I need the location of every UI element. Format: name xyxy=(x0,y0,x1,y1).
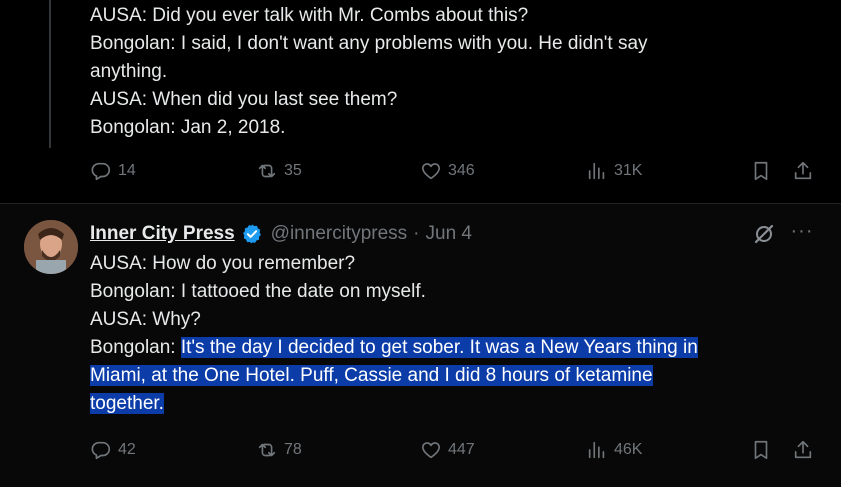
tweet-text-line: together. xyxy=(90,390,790,418)
heart-icon xyxy=(421,442,441,459)
selected-text: It's the day I decided to get sober. It … xyxy=(180,337,698,358)
repost-icon xyxy=(258,164,276,178)
tweet-text-line: Bongolan: I said, I don't want any probl… xyxy=(90,33,648,54)
reply-icon xyxy=(91,162,111,181)
share-button[interactable] xyxy=(792,436,814,464)
author-name[interactable]: Inner City Press xyxy=(90,223,235,245)
tweet-action-bar: 42 78 447 46K xyxy=(90,436,813,464)
views-icon xyxy=(588,441,605,459)
heart-icon xyxy=(421,163,441,180)
tweet-text-line: AUSA: Did you ever talk with Mr. Combs a… xyxy=(90,5,529,26)
avatar[interactable] xyxy=(24,220,78,274)
views-button[interactable]: 31K xyxy=(586,157,642,185)
tweet-header: Inner City Press @innercitypress · Jun 4 xyxy=(90,220,472,248)
share-icon xyxy=(794,161,812,180)
more-icon[interactable]: ··· xyxy=(790,221,814,246)
reply-count: 42 xyxy=(118,441,136,458)
avatar-image xyxy=(24,220,78,274)
bookmark-button[interactable] xyxy=(750,436,772,464)
bookmark-icon xyxy=(754,161,768,181)
tweet-text-line: Bongolan: It's the day I decided to get … xyxy=(90,334,790,362)
views-count: 31K xyxy=(614,162,643,179)
tweet-text-line: AUSA: How do you remember? xyxy=(90,253,356,274)
repost-button[interactable]: 78 xyxy=(256,436,302,464)
reply-button[interactable]: 14 xyxy=(90,157,136,185)
reply-count: 14 xyxy=(118,162,136,179)
share-icon xyxy=(794,440,812,459)
tweet-text-line: AUSA: Why? xyxy=(90,309,201,330)
selected-text: Miami, at the One Hotel. Puff, Cassie an… xyxy=(90,365,653,386)
tweet-text-line: AUSA: When did you last see them? xyxy=(90,89,398,110)
thread-connector-line xyxy=(49,0,51,148)
grok-icon[interactable] xyxy=(752,222,776,246)
repost-count: 35 xyxy=(284,162,302,179)
repost-icon xyxy=(258,443,276,457)
like-count: 447 xyxy=(448,441,475,458)
tweet-previous[interactable]: AUSA: Did you ever talk with Mr. Combs a… xyxy=(0,0,841,203)
views-icon xyxy=(588,162,605,180)
reply-icon xyxy=(91,441,111,460)
tweet-text: AUSA: How do you remember? Bongolan: I t… xyxy=(90,250,790,418)
like-button[interactable]: 346 xyxy=(420,157,475,185)
bookmark-button[interactable] xyxy=(750,157,772,185)
tweet-main[interactable]: Inner City Press @innercitypress · Jun 4… xyxy=(0,203,841,487)
repost-count: 78 xyxy=(284,441,302,458)
like-count: 346 xyxy=(448,162,475,179)
views-count: 46K xyxy=(614,441,643,458)
repost-button[interactable]: 35 xyxy=(256,157,302,185)
bookmark-icon xyxy=(754,440,768,460)
header-separator: · xyxy=(413,223,420,244)
reply-button[interactable]: 42 xyxy=(90,436,136,464)
author-handle[interactable]: @innercitypress xyxy=(271,223,408,245)
tweet-text: AUSA: Did you ever talk with Mr. Combs a… xyxy=(90,2,790,142)
tweet-text-prefix: Bongolan: xyxy=(90,337,181,358)
tweet-action-bar: 14 35 346 31K xyxy=(90,157,813,185)
tweet-text-line: Bongolan: I tattooed the date on myself. xyxy=(90,281,426,302)
tweet-date[interactable]: Jun 4 xyxy=(426,223,472,245)
share-button[interactable] xyxy=(792,157,814,185)
verified-badge-icon xyxy=(242,224,261,244)
tweet-text-line: Bongolan: Jan 2, 2018. xyxy=(90,117,286,138)
tweet-text-line: anything. xyxy=(90,61,168,82)
selected-text: together. xyxy=(90,393,164,414)
views-button[interactable]: 46K xyxy=(586,436,642,464)
tweet-text-line: Miami, at the One Hotel. Puff, Cassie an… xyxy=(90,362,790,390)
like-button[interactable]: 447 xyxy=(420,436,475,464)
